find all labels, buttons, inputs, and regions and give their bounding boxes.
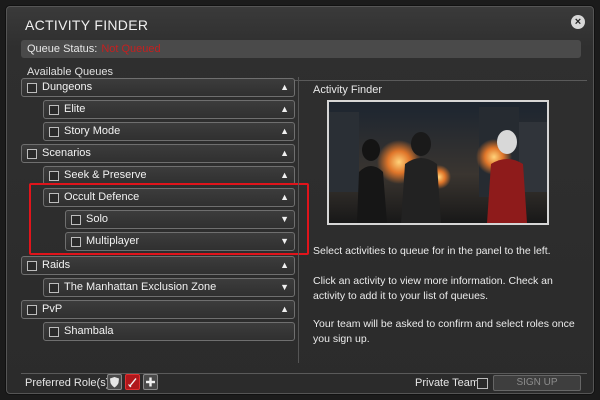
sword-icon bbox=[128, 378, 137, 388]
queue-raids[interactable]: Raids ▲ bbox=[21, 256, 295, 275]
private-team-label: Private Team: bbox=[415, 377, 483, 389]
panel-divider bbox=[298, 77, 299, 363]
checkbox[interactable] bbox=[49, 105, 59, 115]
available-queues-label: Available Queues bbox=[27, 66, 114, 78]
close-icon[interactable]: × bbox=[571, 15, 585, 29]
queue-status-value: Not Queued bbox=[101, 43, 161, 55]
queue-status-bar: Queue Status: Not Queued bbox=[21, 40, 581, 58]
queue-elite[interactable]: Elite ▲ bbox=[43, 100, 295, 119]
checkbox[interactable] bbox=[49, 327, 59, 337]
sign-up-button[interactable]: SIGN UP bbox=[493, 375, 581, 391]
right-panel-paragraph-2: Click an activity to view more informati… bbox=[313, 275, 553, 302]
queue-pvp[interactable]: PvP ▲ bbox=[21, 300, 295, 319]
collapse-arrow-icon[interactable]: ▲ bbox=[280, 167, 289, 184]
preview-scene-illustration bbox=[329, 102, 547, 223]
checkbox[interactable] bbox=[49, 127, 59, 137]
collapse-arrow-icon[interactable]: ▲ bbox=[280, 301, 289, 318]
shield-icon bbox=[110, 377, 119, 388]
healer-role-button[interactable] bbox=[143, 374, 158, 390]
occult-defence-highlight bbox=[29, 183, 309, 255]
footer-divider bbox=[21, 373, 587, 374]
queue-scenarios[interactable]: Scenarios ▲ bbox=[21, 144, 295, 163]
window-title: ACTIVITY FINDER bbox=[25, 17, 149, 33]
queue-dungeons[interactable]: Dungeons ▲ bbox=[21, 78, 295, 97]
right-panel-paragraph-1: Select activities to queue for in the pa… bbox=[313, 245, 551, 257]
activity-preview-image bbox=[327, 100, 549, 225]
dps-role-button[interactable] bbox=[125, 374, 140, 390]
private-team-checkbox[interactable] bbox=[477, 378, 488, 389]
preferred-roles-label: Preferred Role(s): bbox=[25, 377, 113, 389]
queue-story-mode[interactable]: Story Mode ▲ bbox=[43, 122, 295, 141]
checkbox[interactable] bbox=[27, 149, 37, 159]
expand-arrow-icon[interactable]: ▼ bbox=[280, 279, 289, 296]
plus-icon bbox=[146, 377, 155, 387]
checkbox[interactable] bbox=[27, 261, 37, 271]
checkbox[interactable] bbox=[49, 171, 59, 181]
collapse-arrow-icon[interactable]: ▲ bbox=[280, 101, 289, 118]
collapse-arrow-icon[interactable]: ▲ bbox=[280, 123, 289, 140]
right-panel-title: Activity Finder bbox=[313, 84, 383, 96]
right-panel-paragraph-3: Your team will be asked to confirm and s… bbox=[313, 318, 575, 345]
collapse-arrow-icon[interactable]: ▲ bbox=[280, 79, 289, 96]
queue-manhattan-exclusion-zone[interactable]: The Manhattan Exclusion Zone ▼ bbox=[43, 278, 295, 297]
activity-finder-window: ACTIVITY FINDER × Queue Status: Not Queue… bbox=[6, 6, 594, 394]
checkbox[interactable] bbox=[27, 305, 37, 315]
queue-status-label: Queue Status: bbox=[27, 43, 98, 55]
checkbox[interactable] bbox=[27, 83, 37, 93]
checkbox[interactable] bbox=[49, 283, 59, 293]
collapse-arrow-icon[interactable]: ▲ bbox=[280, 145, 289, 162]
collapse-arrow-icon[interactable]: ▲ bbox=[280, 257, 289, 274]
tank-role-button[interactable] bbox=[107, 374, 122, 390]
queue-shambala[interactable]: Shambala bbox=[43, 322, 295, 341]
